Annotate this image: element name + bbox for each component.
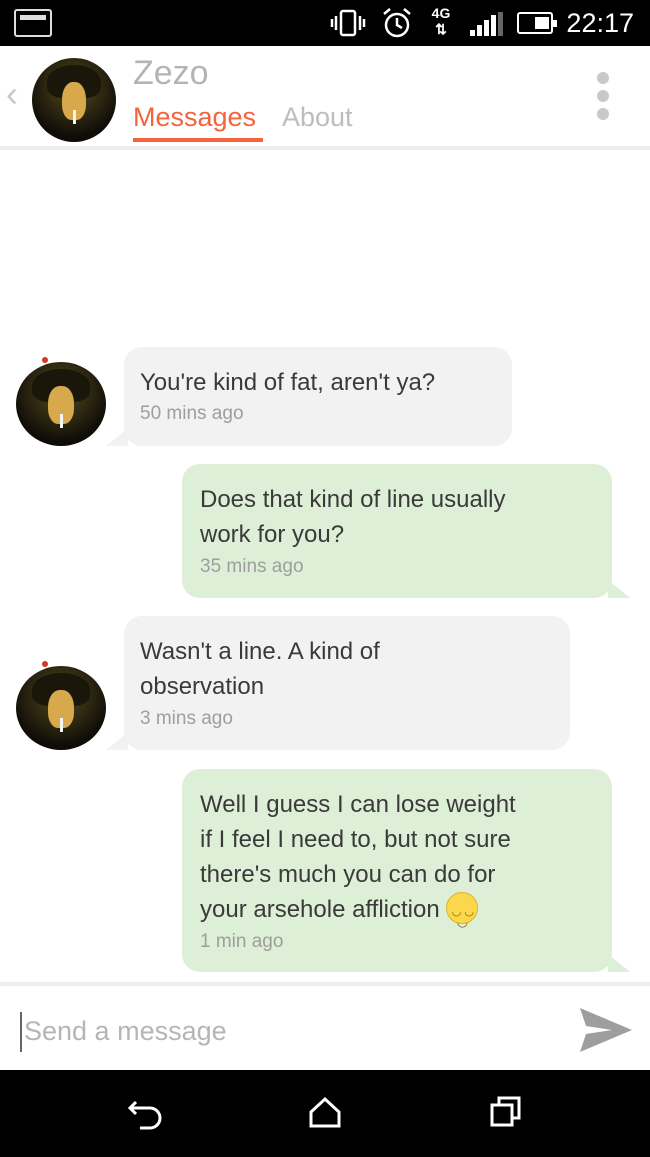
message-timestamp: 1 min ago xyxy=(200,931,284,952)
send-icon[interactable] xyxy=(578,1004,634,1056)
bubble-tail xyxy=(608,580,630,598)
message-input[interactable] xyxy=(22,1008,546,1054)
message-bubble-incoming[interactable]: You're kind of fat, aren't ya? 50 mins a… xyxy=(124,347,512,446)
message-text: Does that kind of line usually work for … xyxy=(200,482,506,552)
message-line: work for you? xyxy=(200,521,345,548)
contact-avatar[interactable] xyxy=(32,58,116,142)
status-bar: 4G ⇅ 22:17 xyxy=(0,0,650,46)
message-line: Does that kind of line usually xyxy=(200,486,506,513)
message-timestamp: 35 mins ago xyxy=(200,556,304,577)
signal-icon xyxy=(470,12,504,36)
message-line: Well I guess I can lose weight xyxy=(200,791,516,818)
sender-avatar[interactable] xyxy=(16,666,106,750)
message-line: there's much you can do for xyxy=(200,861,496,888)
active-tab-indicator xyxy=(133,138,263,142)
message-text: You're kind of fat, aren't ya? xyxy=(140,369,436,396)
sender-avatar[interactable] xyxy=(16,362,106,446)
tab-about[interactable]: About xyxy=(282,102,353,133)
message-timestamp: 50 mins ago xyxy=(140,403,244,424)
composer-bar xyxy=(0,982,650,1070)
back-chevron-icon[interactable]: ‹ xyxy=(6,76,18,112)
message-timestamp: 3 mins ago xyxy=(140,708,233,729)
message-line: if I feel I need to, but not sure xyxy=(200,826,511,853)
battery-icon xyxy=(517,12,557,34)
4g-icon: 4G ⇅ xyxy=(431,5,451,37)
more-options-icon[interactable] xyxy=(597,72,611,126)
bubble-tail xyxy=(608,954,630,972)
clock: 22:17 xyxy=(566,8,634,38)
smiling-face-emoji-icon xyxy=(445,891,478,939)
message-line: observation xyxy=(140,673,265,700)
network-label: 4G xyxy=(431,5,451,21)
avatar-badge xyxy=(42,357,48,363)
tab-messages[interactable]: Messages xyxy=(133,102,256,133)
contact-name: Zezo xyxy=(133,54,209,92)
message-line-text: your arsehole affliction xyxy=(200,896,440,923)
screenshot-icon xyxy=(14,9,52,37)
system-navigation-bar xyxy=(0,1070,650,1157)
message-text: Wasn't a line. A kind of observation xyxy=(140,634,380,704)
message-bubble-incoming[interactable]: Wasn't a line. A kind of observation 3 m… xyxy=(124,616,570,750)
back-icon[interactable] xyxy=(126,1092,166,1132)
recent-apps-icon[interactable] xyxy=(486,1092,526,1132)
avatar-badge xyxy=(42,661,48,667)
home-icon[interactable] xyxy=(305,1092,345,1132)
message-bubble-outgoing[interactable]: Well I guess I can lose weight if I feel… xyxy=(182,769,612,972)
alarm-icon xyxy=(383,8,411,38)
chat-header: ‹ Zezo Messages About xyxy=(0,46,650,150)
vibrate-icon xyxy=(330,9,366,37)
message-line: your arsehole affliction xyxy=(200,891,516,939)
message-text: Well I guess I can lose weight if I feel… xyxy=(200,787,516,939)
message-bubble-outgoing[interactable]: Does that kind of line usually work for … xyxy=(182,464,612,598)
message-line: Wasn't a line. A kind of xyxy=(140,638,380,665)
